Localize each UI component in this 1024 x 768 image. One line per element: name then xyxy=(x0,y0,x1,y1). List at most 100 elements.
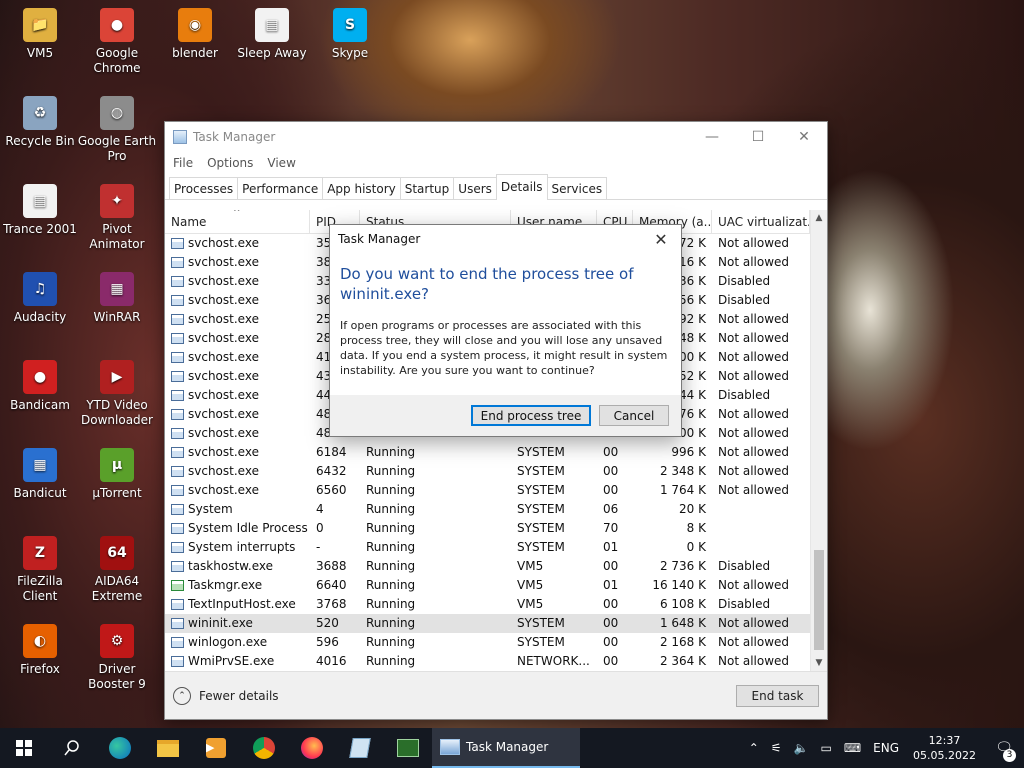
process-icon xyxy=(171,618,184,629)
tab-processes[interactable]: Processes xyxy=(169,177,239,199)
desktop-icon[interactable]: ♫ Audacity xyxy=(0,272,80,325)
chrome-icon[interactable] xyxy=(240,728,288,768)
desktop-icon[interactable]: Z FileZilla Client xyxy=(0,536,80,604)
desktop-icon[interactable]: ✦ Pivot Animator xyxy=(77,184,157,252)
menu-view[interactable]: View xyxy=(267,156,295,170)
table-row[interactable]: wininit.exe 520 Running SYSTEM 00 1 648 K Not … xyxy=(165,614,827,633)
notepad-icon[interactable] xyxy=(336,728,384,768)
scroll-thumb[interactable] xyxy=(814,550,824,650)
pid-cell: 6560 xyxy=(316,483,347,497)
process-name-cell: System interrupts xyxy=(165,538,310,557)
table-row[interactable]: taskhostw.exe 3688 Running VM5 00 2 736 K Disa… xyxy=(165,557,827,576)
uac-cell: Not allowed xyxy=(718,654,790,668)
process-name-cell: System xyxy=(165,500,310,519)
file-explorer-icon[interactable] xyxy=(144,728,192,768)
terminal-icon[interactable] xyxy=(384,728,432,768)
desktop-icon[interactable]: 📁 VM5 xyxy=(0,8,80,61)
desktop-icon[interactable]: ● Bandicam xyxy=(0,360,80,413)
process-name: svchost.exe xyxy=(188,293,259,307)
uac-cell: Not allowed xyxy=(718,369,790,383)
table-row[interactable]: WmiPrvSE.exe 4016 Running NETWORK... 00 2 364… xyxy=(165,652,827,671)
table-row[interactable]: TextInputHost.exe 3768 Running VM5 00 6 108 K… xyxy=(165,595,827,614)
table-row[interactable]: System 4 Running SYSTEM 06 20 K xyxy=(165,500,827,519)
desktop-icon[interactable]: ◉ blender xyxy=(155,8,235,61)
desktop-icon[interactable]: 64 AIDA64 Extreme xyxy=(77,536,157,604)
language-indicator[interactable]: ENG xyxy=(867,741,905,755)
desktop-icon[interactable]: µ µTorrent xyxy=(77,448,157,501)
taskbar-task-manager[interactable]: Task Manager xyxy=(432,728,580,768)
clock[interactable]: 12:37 05.05.2022 xyxy=(905,733,984,763)
task-manager-taskbar-icon xyxy=(440,739,460,755)
fewer-details-link[interactable]: ⌃ Fewer details xyxy=(173,686,279,705)
menu-file[interactable]: File xyxy=(173,156,193,170)
process-icon xyxy=(171,466,184,477)
start-button[interactable] xyxy=(0,728,48,768)
firefox-icon[interactable] xyxy=(288,728,336,768)
desktop-icon[interactable]: ◍ Google Earth Pro xyxy=(77,96,157,164)
search-icon[interactable] xyxy=(48,728,96,768)
desktop-icon[interactable]: ▦ Bandicut xyxy=(0,448,80,501)
process-icon xyxy=(171,371,184,382)
app-icon: ◉ xyxy=(178,8,212,42)
end-task-button[interactable]: End task xyxy=(736,684,819,707)
table-row[interactable]: svchost.exe 6184 Running SYSTEM 00 996 K Not a… xyxy=(165,443,827,462)
scroll-up-icon[interactable]: ▲ xyxy=(811,210,827,227)
desktop-icon[interactable]: ⚙ Driver Booster 9 xyxy=(77,624,157,692)
desktop-icon-label: Driver Booster 9 xyxy=(88,662,146,691)
process-name: System Idle Process xyxy=(188,521,308,535)
process-name: System interrupts xyxy=(188,540,296,554)
tab-strip: Processes Performance App history Startup Us… xyxy=(165,174,827,200)
media-player-icon[interactable]: ▶ xyxy=(192,728,240,768)
cancel-button[interactable]: Cancel xyxy=(599,405,669,426)
process-name: svchost.exe xyxy=(188,483,259,497)
process-icon xyxy=(171,561,184,572)
process-icon xyxy=(171,447,184,458)
display-icon[interactable]: ▭ xyxy=(814,741,837,755)
desktop-icon[interactable]: ● Google Chrome xyxy=(77,8,157,76)
dialog-title-bar[interactable]: Task Manager ✕ xyxy=(330,225,681,253)
input-icon[interactable]: ⌨ xyxy=(838,741,867,755)
title-bar[interactable]: Task Manager — ☐ ✕ xyxy=(165,122,827,152)
maximize-button[interactable]: ☐ xyxy=(735,122,781,152)
edge-icon[interactable] xyxy=(96,728,144,768)
desktop-icon[interactable]: ◐ Firefox xyxy=(0,624,80,677)
desktop-icon[interactable]: S Skype xyxy=(310,8,390,61)
tab-users[interactable]: Users xyxy=(453,177,497,199)
table-row[interactable]: System interrupts - Running SYSTEM 01 0 K xyxy=(165,538,827,557)
tab-app-history[interactable]: App history xyxy=(322,177,401,199)
desktop-icon[interactable]: ♻ Recycle Bin xyxy=(0,96,80,149)
table-row[interactable]: svchost.exe 6432 Running SYSTEM 00 2 348 K Not… xyxy=(165,462,827,481)
col-uac[interactable]: UAC virtualizat... xyxy=(712,210,810,234)
tab-services[interactable]: Services xyxy=(546,177,608,199)
desktop-icon[interactable]: ▤ Sleep Away xyxy=(232,8,312,61)
desktop-icon[interactable]: ▤ Trance 2001 xyxy=(0,184,80,237)
user-cell: SYSTEM xyxy=(517,616,565,630)
tab-performance[interactable]: Performance xyxy=(237,177,324,199)
vertical-scrollbar[interactable]: ▲ ▼ xyxy=(810,210,827,672)
desktop-icon-label: blender xyxy=(172,46,218,60)
user-cell: SYSTEM xyxy=(517,521,565,535)
table-row[interactable]: Taskmgr.exe 6640 Running VM5 01 16 140 K Not a… xyxy=(165,576,827,595)
volume-icon[interactable]: 🔈 xyxy=(788,741,815,755)
tab-startup[interactable]: Startup xyxy=(399,177,455,199)
minimize-button[interactable]: — xyxy=(689,122,735,152)
menu-options[interactable]: Options xyxy=(207,156,253,170)
tab-details[interactable]: Details xyxy=(495,174,548,200)
user-cell: SYSTEM xyxy=(517,464,565,478)
table-row[interactable]: svchost.exe 6560 Running SYSTEM 00 1 764 K Not… xyxy=(165,481,827,500)
app-icon: ● xyxy=(100,8,134,42)
desktop-icon[interactable]: ▦ WinRAR xyxy=(77,272,157,325)
pid-cell: 596 xyxy=(316,635,339,649)
uac-cell: Not allowed xyxy=(718,426,790,440)
user-cell: SYSTEM xyxy=(517,483,565,497)
table-row[interactable]: System Idle Process 0 Running SYSTEM 70 8 K xyxy=(165,519,827,538)
chevron-up-icon[interactable]: ⌃ xyxy=(743,741,765,755)
end-process-tree-button[interactable]: End process tree xyxy=(471,405,591,426)
table-row[interactable]: winlogon.exe 596 Running SYSTEM 00 2 168 K Not… xyxy=(165,633,827,652)
network-icon[interactable]: ⚟ xyxy=(765,741,788,755)
dialog-close-icon[interactable]: ✕ xyxy=(641,230,681,249)
close-button[interactable]: ✕ xyxy=(781,122,827,152)
scroll-down-icon[interactable]: ▼ xyxy=(811,655,827,672)
desktop-icon[interactable]: ▶ YTD Video Downloader xyxy=(77,360,157,428)
notification-center-icon[interactable]: 🗨 3 xyxy=(984,740,1024,762)
